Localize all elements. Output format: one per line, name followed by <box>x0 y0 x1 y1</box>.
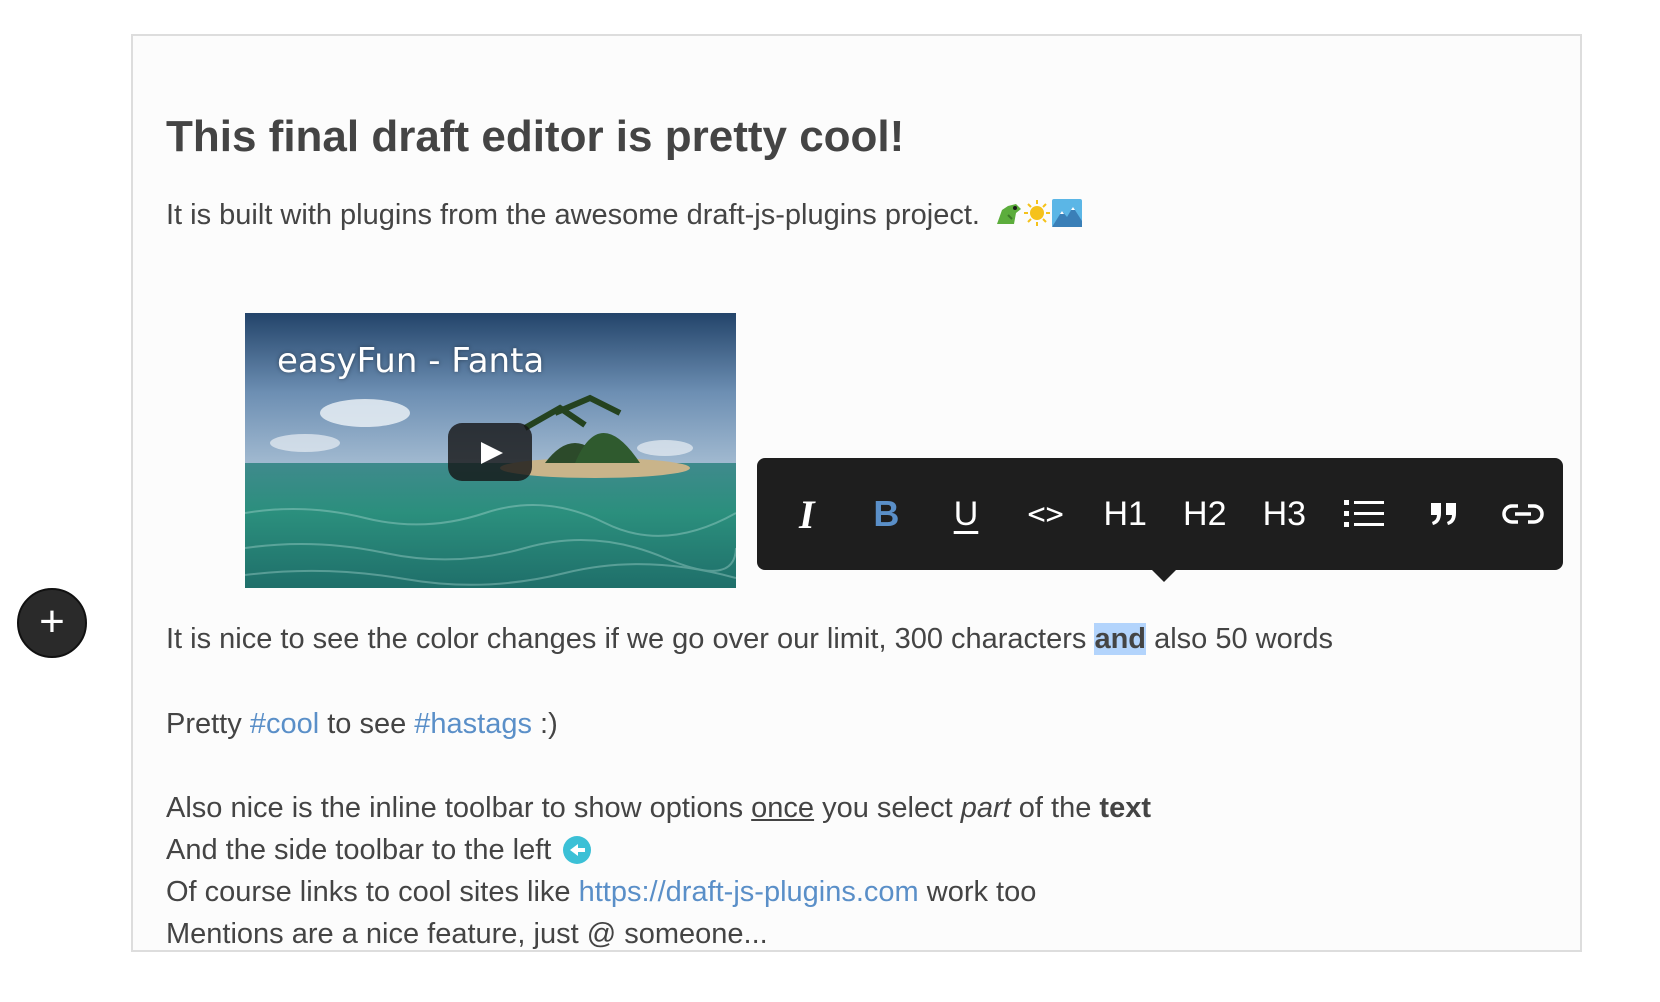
play-button[interactable] <box>448 423 532 481</box>
blockquote-button[interactable] <box>1404 458 1484 570</box>
bold-word: text <box>1099 792 1151 824</box>
h1-button[interactable]: H1 <box>1085 458 1165 570</box>
hashtag-cool[interactable]: #cool <box>250 708 319 740</box>
dragon-icon <box>997 204 1022 224</box>
list-icon <box>1343 500 1384 527</box>
plugins-link[interactable]: https://draft-js-plugins.com <box>579 876 919 908</box>
selected-word[interactable]: and <box>1094 623 1147 655</box>
video-embed[interactable]: easyFun - Fanta <box>245 313 736 588</box>
plus-icon: + <box>39 597 65 646</box>
hashtag-text-3: :) <box>531 708 558 740</box>
hashtag-line[interactable]: Pretty #cool to see #hastags :) <box>166 706 558 742</box>
editor-title[interactable]: This final draft editor is pretty cool! <box>166 112 904 162</box>
link-text-1: Of course links to cool sites like <box>166 876 579 908</box>
inline-text-1: Also nice is the inline toolbar to show … <box>166 792 752 824</box>
bold-button[interactable]: B <box>847 458 927 570</box>
link-icon <box>1502 504 1544 524</box>
intro-line[interactable]: It is built with plugins from the awesom… <box>166 197 1084 233</box>
limit-text-after: also 50 words <box>1146 623 1334 655</box>
italic-word: part <box>960 792 1011 824</box>
italic-button[interactable]: I <box>767 458 847 570</box>
intro-text: It is built with plugins from the awesom… <box>166 199 980 231</box>
h2-button[interactable]: H2 <box>1165 458 1245 570</box>
limit-text-before: It is nice to see the color changes if w… <box>166 623 1095 655</box>
h3-button[interactable]: H3 <box>1245 458 1325 570</box>
side-toolbar-add-button[interactable]: + <box>17 588 87 658</box>
side-toolbar-line[interactable]: And the side toolbar to the left <box>166 832 592 868</box>
sun-icon <box>1024 200 1051 226</box>
hashtag-text-2: to see <box>319 708 415 740</box>
mountain-icon <box>1052 199 1083 227</box>
arrow-left-icon <box>563 836 592 864</box>
hashtag-text-1: Pretty <box>166 708 250 740</box>
code-button[interactable]: <> <box>1006 458 1086 570</box>
hashtag-hastags[interactable]: #hastags <box>414 708 532 740</box>
mentions-text: Mentions are a nice feature, just @ some… <box>166 918 768 950</box>
link-line[interactable]: Of course links to cool sites like https… <box>166 874 1036 910</box>
link-button[interactable] <box>1483 458 1563 570</box>
side-toolbar-text: And the side toolbar to the left <box>166 834 552 866</box>
inline-text-3: of the <box>1010 792 1100 824</box>
inline-toolbar-line[interactable]: Also nice is the inline toolbar to show … <box>166 790 1151 826</box>
video-title: easyFun - Fanta <box>277 341 545 381</box>
list-button[interactable] <box>1324 458 1404 570</box>
mentions-line[interactable]: Mentions are a nice feature, just @ some… <box>166 916 768 952</box>
limit-line[interactable]: It is nice to see the color changes if w… <box>166 621 1333 657</box>
quote-icon <box>1430 503 1456 525</box>
emoji-group <box>994 198 1084 228</box>
link-text-2: work too <box>918 876 1037 908</box>
inline-toolbar: I B U <> H1 H2 H3 <box>757 458 1563 582</box>
inline-text-2: you select <box>814 792 961 824</box>
underline-button[interactable]: U <box>926 458 1006 570</box>
underlined-word: once <box>751 792 815 824</box>
